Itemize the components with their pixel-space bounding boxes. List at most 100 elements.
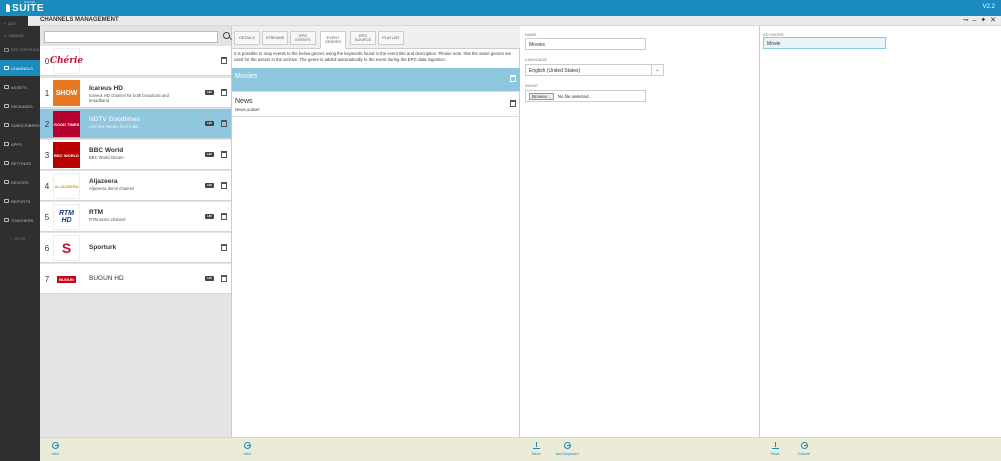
trash-icon[interactable] <box>221 151 227 158</box>
reports-icon <box>4 199 9 203</box>
hd-badge: HD <box>205 214 214 219</box>
channel-name: BUGUN HD <box>89 275 124 282</box>
add-genre-button[interactable]: Add <box>235 442 259 456</box>
add-channel-button[interactable]: Add <box>43 442 67 456</box>
plus-icon: + <box>4 22 7 26</box>
genre-row-news[interactable]: News News,uutiset <box>232 93 520 117</box>
tab-event-genres[interactable]: EVENT GENRES <box>320 31 346 49</box>
channel-name: Sporturk <box>89 244 117 251</box>
sidebar-item-edit-controls[interactable]: EDIT CONTROLS <box>0 42 40 58</box>
channel-number: 3 <box>42 149 52 163</box>
channels-footer: Add <box>40 437 232 461</box>
genre-row-movies[interactable]: Movies <box>232 68 520 92</box>
channel-description: RTM demo channel <box>89 217 126 222</box>
manage-icon: ◇ <box>4 34 7 38</box>
trash-icon[interactable] <box>221 57 227 64</box>
trash-icon[interactable] <box>510 75 516 82</box>
image-file-input[interactable]: Browse... No file selected. <box>525 90 646 102</box>
logo-small-text: SOFTEL <box>24 0 36 4</box>
trash-icon[interactable] <box>221 244 227 251</box>
channel-description: Live test stream from India <box>89 124 139 129</box>
keyword-input[interactable]: Movie <box>763 37 886 49</box>
tab-playlist[interactable]: PLAYLIST <box>378 31 404 45</box>
sidebar-item-settings[interactable]: SETTINGS <box>0 155 40 171</box>
sidebar-item-channels[interactable]: CHANNELS <box>0 60 40 76</box>
save-keyword-button[interactable]: Save <box>763 442 787 456</box>
hd-badge: HD <box>205 121 214 126</box>
chevron-down-icon[interactable]: ⌄ <box>651 65 663 75</box>
image-label: IMAGE <box>525 83 538 88</box>
channel-number: 5 <box>42 211 52 225</box>
browse-button[interactable]: Browse... <box>529 92 554 100</box>
sidebar-item-reports[interactable]: REPORTS <box>0 193 40 209</box>
window-controls[interactable]: ⊸ ‒ ✦ ✕ <box>963 16 997 24</box>
trash-icon[interactable] <box>221 120 227 127</box>
sidebar-item-apps[interactable]: APPS <box>0 136 40 152</box>
keyword-form-panel: KEYWORD Movie <box>760 26 1001 437</box>
channel-logo: SHOW <box>53 80 80 106</box>
sidebar-footer <box>0 437 40 461</box>
genres-info-text: It is possible to map events to the belo… <box>234 51 512 62</box>
genre-name-field[interactable]: Movies <box>525 38 646 50</box>
language-select[interactable]: English (United States) ⌄ <box>525 64 664 76</box>
add-icon <box>243 442 251 449</box>
genres-footer: Add <box>232 437 520 461</box>
settings-icon <box>4 161 9 165</box>
edit-icon <box>4 48 9 52</box>
subscribers-icon <box>4 123 9 127</box>
channel-search-input[interactable] <box>44 31 218 43</box>
sidebar-item-goto[interactable]: ○ GO TO <box>0 231 40 247</box>
channel-row-6[interactable]: 6 S Sporturk <box>40 233 231 263</box>
logo-text: SUITE <box>12 2 44 14</box>
tab-streams[interactable]: STREAMS <box>262 31 288 45</box>
channel-row-4[interactable]: 4 ALJAZEERA Aljazeera Aljazeera demo cha… <box>40 171 231 201</box>
channel-number: 6 <box>42 242 52 256</box>
tab-epg-events[interactable]: EPG EVENTS <box>290 31 316 45</box>
channel-name: RTM <box>89 209 104 216</box>
channel-number: 2 <box>42 118 52 132</box>
channel-row-0[interactable]: 0 Chérie <box>40 46 231 76</box>
devices-icon <box>4 180 9 184</box>
hd-badge: HD <box>205 152 214 157</box>
add-icon <box>563 442 571 449</box>
channel-logo: Chérie <box>50 48 83 74</box>
channel-logo: S <box>53 235 80 261</box>
genre-form-panel: NAME Movies LANGUAGE English (United Sta… <box>520 26 760 437</box>
save-icon <box>771 442 779 449</box>
search-icon[interactable] <box>223 32 230 39</box>
sidebar-item-devices[interactable]: DEVICES <box>0 174 40 190</box>
channel-number: 7 <box>42 273 52 287</box>
channel-row-2[interactable]: 2 GOOD TIMES NDTV Goodtimes Live test st… <box>40 109 231 139</box>
channel-number: 1 <box>42 87 52 101</box>
save-icon <box>532 442 540 449</box>
sidebar-item-touchers[interactable]: TOUCHERS <box>0 212 40 228</box>
channel-name: Aljazeera <box>89 178 118 185</box>
tab-epg-source[interactable]: EPG SOURCE <box>350 31 376 45</box>
trash-icon[interactable] <box>221 213 227 220</box>
channel-description: BBC World stream <box>89 155 124 160</box>
sidebar-item-assets[interactable]: ASSETS <box>0 79 40 95</box>
trash-icon[interactable] <box>221 275 227 282</box>
channel-row-1[interactable]: 1 SHOW Icareus HD Icareus HD channel for… <box>40 78 231 108</box>
app-logo: SOFTEL SUITE <box>6 0 44 14</box>
channel-logo: BUGUN <box>53 266 80 292</box>
name-label: NAME <box>525 32 537 37</box>
sidebar-item-subscribers[interactable]: SUBSCRIBERS <box>0 117 40 133</box>
page-title: CHANNELS MANAGEMENT <box>40 17 119 23</box>
cancel-keyword-button[interactable]: Cancel <box>792 442 816 456</box>
trash-icon[interactable] <box>221 89 227 96</box>
hd-badge: HD <box>205 183 214 188</box>
apps-icon <box>4 142 9 146</box>
cancel-icon <box>800 442 808 449</box>
add-keyword-button[interactable]: Add keyword <box>550 442 584 456</box>
channel-row-7[interactable]: 7 BUGUN BUGUN HD HD <box>40 264 231 294</box>
save-genre-button[interactable]: Save <box>524 442 548 456</box>
channel-row-3[interactable]: 3 BBC WORLD BBC World BBC World stream H… <box>40 140 231 170</box>
hd-badge: HD <box>205 276 214 281</box>
tab-details[interactable]: DETAILS <box>234 31 260 45</box>
trash-icon[interactable] <box>510 100 516 107</box>
genre-name: Movies <box>235 73 258 80</box>
trash-icon[interactable] <box>221 182 227 189</box>
channel-row-5[interactable]: 5 RTM HD RTM RTM demo channel HD <box>40 202 231 232</box>
sidebar-item-packages[interactable]: PACKAGES <box>0 98 40 114</box>
